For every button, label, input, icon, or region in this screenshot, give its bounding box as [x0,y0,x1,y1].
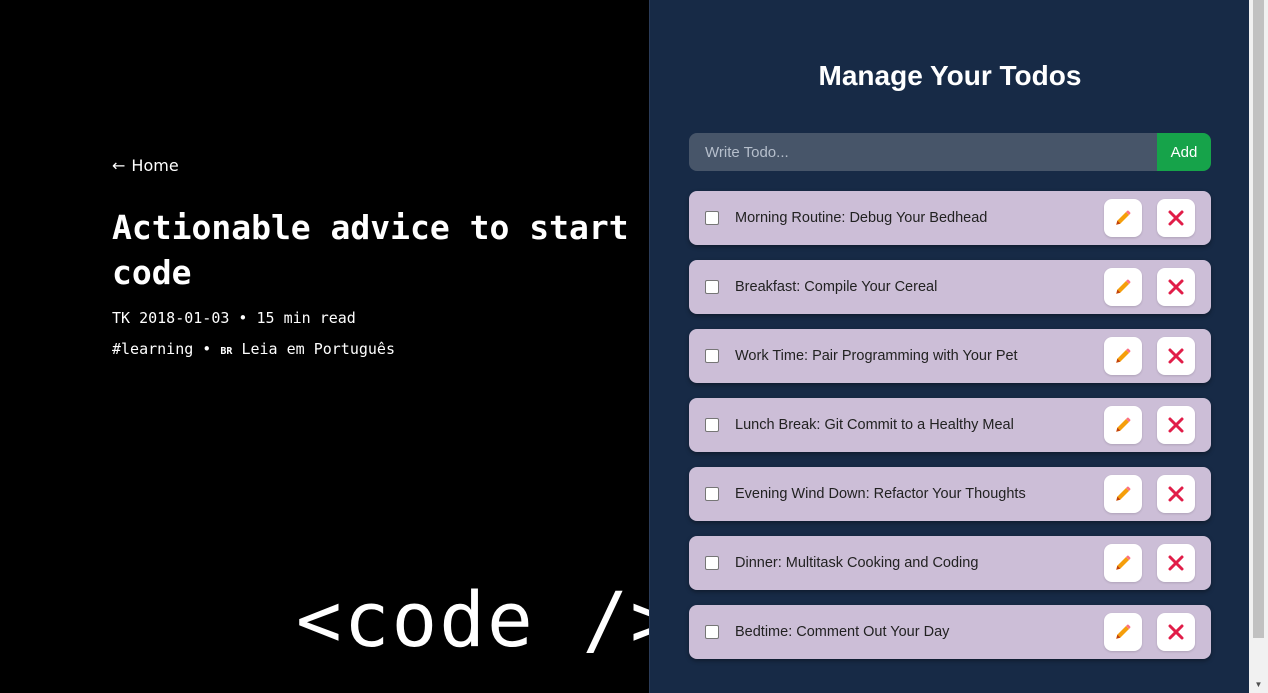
add-todo-form: Add [689,133,1211,171]
tag-learning[interactable]: #learning • [112,340,220,358]
add-button[interactable]: Add [1157,133,1211,171]
translation-link[interactable]: Leia em Português [232,340,395,358]
close-icon [1168,555,1184,571]
scrollbar[interactable]: ▼ [1249,0,1268,693]
flag-br: BR [220,346,233,357]
delete-button[interactable] [1157,337,1195,375]
edit-button[interactable] [1104,199,1142,237]
todo-list: Morning Routine: Debug Your Bedhead Break… [689,191,1211,674]
article-tags: #learning • BR Leia em Português [112,340,395,358]
delete-button[interactable] [1157,613,1195,651]
close-icon [1168,210,1184,226]
todo-item: Evening Wind Down: Refactor Your Thought… [689,467,1211,521]
todo-text: Lunch Break: Git Commit to a Healthy Mea… [735,417,1014,433]
todo-checkbox[interactable] [705,280,719,294]
todo-checkbox[interactable] [705,211,719,225]
todo-text: Dinner: Multitask Cooking and Coding [735,555,979,571]
close-icon [1168,486,1184,502]
edit-button[interactable] [1104,337,1142,375]
delete-button[interactable] [1157,199,1195,237]
todo-checkbox[interactable] [705,625,719,639]
todo-item: Lunch Break: Git Commit to a Healthy Mea… [689,398,1211,452]
todo-panel: Manage Your Todos Add Morning Routine: D… [649,0,1249,693]
todo-checkbox[interactable] [705,418,719,432]
article-meta: TK 2018-01-03 • 15 min read [112,309,356,327]
todo-checkbox[interactable] [705,487,719,501]
pencil-icon [1116,624,1131,639]
todo-checkbox[interactable] [705,556,719,570]
todo-text: Breakfast: Compile Your Cereal [735,279,938,295]
edit-button[interactable] [1104,475,1142,513]
todo-item: Dinner: Multitask Cooking and Coding [689,536,1211,590]
todo-checkbox[interactable] [705,349,719,363]
delete-button[interactable] [1157,544,1195,582]
edit-button[interactable] [1104,613,1142,651]
pencil-icon [1116,210,1131,225]
edit-button[interactable] [1104,406,1142,444]
pencil-icon [1116,486,1131,501]
edit-button[interactable] [1104,268,1142,306]
delete-button[interactable] [1157,475,1195,513]
article-background: ← Home Actionable advice to start code T… [0,0,649,693]
todo-item: Work Time: Pair Programming with Your Pe… [689,329,1211,383]
panel-title: Manage Your Todos [818,60,1082,91]
todo-text: Morning Routine: Debug Your Bedhead [735,210,988,226]
pencil-icon [1116,279,1131,294]
edit-button[interactable] [1104,544,1142,582]
home-link[interactable]: ← Home [112,156,179,175]
todo-item: Breakfast: Compile Your Cereal [689,260,1211,314]
hero-code-text: <code /> [296,575,649,664]
pencil-icon [1116,417,1131,432]
close-icon [1168,279,1184,295]
pencil-icon [1116,555,1131,570]
todo-text: Bedtime: Comment Out Your Day [735,624,950,640]
todo-input[interactable] [689,133,1157,171]
article-title: Actionable advice to start code [112,208,629,292]
scroll-down-arrow-icon[interactable]: ▼ [1249,676,1268,693]
delete-button[interactable] [1157,406,1195,444]
close-icon [1168,348,1184,364]
arrow-left-icon: ← [112,156,125,175]
todo-item: Bedtime: Comment Out Your Day [689,605,1211,659]
todo-item: Morning Routine: Debug Your Bedhead [689,191,1211,245]
scrollbar-thumb[interactable] [1253,0,1264,638]
pencil-icon [1116,348,1131,363]
todo-text: Work Time: Pair Programming with Your Pe… [735,348,1018,364]
close-icon [1168,624,1184,640]
home-link-label: Home [131,156,179,175]
close-icon [1168,417,1184,433]
delete-button[interactable] [1157,268,1195,306]
todo-text: Evening Wind Down: Refactor Your Thought… [735,486,1026,502]
